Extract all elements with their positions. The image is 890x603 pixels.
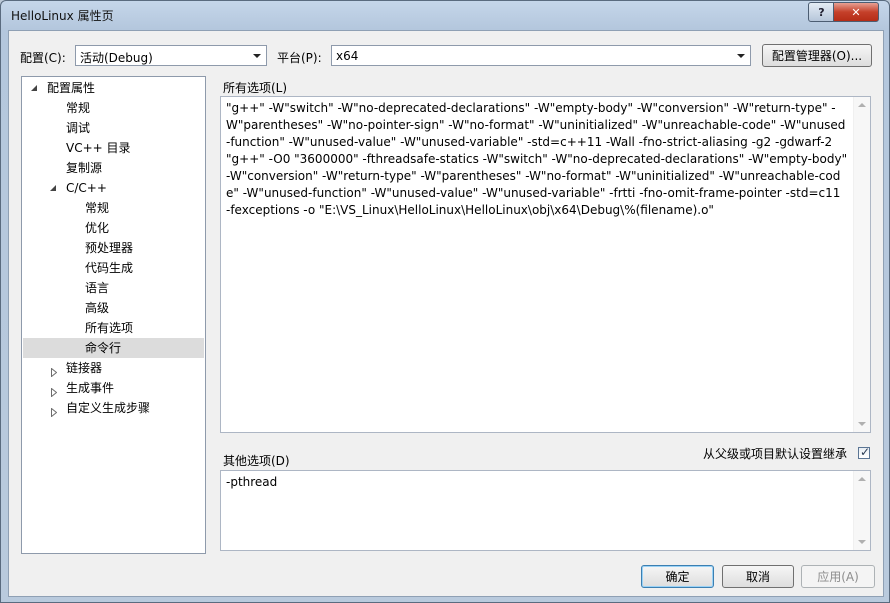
apply-button[interactable]: 应用(A) xyxy=(801,565,875,588)
scroll-up-icon[interactable] xyxy=(858,103,866,107)
properties-dialog: HelloLinux 属性页 ? ✕ 配置(C): 活动(Debug) 平台(P… xyxy=(0,0,890,603)
config-label: 配置(C): xyxy=(20,51,66,65)
tree-item-label: 链接器 xyxy=(66,361,103,375)
checkmark-icon: ✓ xyxy=(860,445,871,459)
tree-item[interactable]: 常规 xyxy=(23,198,204,218)
tree-item[interactable]: VC++ 目录 xyxy=(23,138,204,158)
ok-label: 确定 xyxy=(665,570,690,584)
tree-item-label: C/C++ xyxy=(66,181,107,195)
tree-item[interactable]: 调试 xyxy=(23,118,204,138)
tree-item-label: 自定义生成步骤 xyxy=(66,401,151,415)
tree-item-label: 生成事件 xyxy=(66,381,115,395)
expanded-triangle-icon[interactable] xyxy=(31,85,37,91)
cancel-label: 取消 xyxy=(745,570,770,584)
expanded-triangle-icon[interactable] xyxy=(50,185,56,191)
config-manager-label: 配置管理器(O)... xyxy=(771,49,863,63)
cancel-button[interactable]: 取消 xyxy=(722,565,794,588)
collapsed-triangle-icon[interactable] xyxy=(51,383,58,398)
inherit-label: 从父级或项目默认设置继承 xyxy=(703,447,848,461)
tree-item[interactable]: 预处理器 xyxy=(23,238,204,258)
close-icon: ✕ xyxy=(851,5,861,19)
tree-item-label: 代码生成 xyxy=(85,261,134,275)
other-options-textbox[interactable]: -pthread xyxy=(220,470,871,551)
tree-item[interactable]: C/C++ xyxy=(23,178,204,198)
tree-item[interactable]: 配置属性 xyxy=(23,78,204,98)
tree-item-label: VC++ 目录 xyxy=(66,141,131,155)
tree-item[interactable]: 优化 xyxy=(23,218,204,238)
title-bar[interactable]: HelloLinux 属性页 ? ✕ xyxy=(1,1,889,29)
tree-item[interactable]: 命令行 xyxy=(23,338,204,358)
tree-item-label: 配置属性 xyxy=(47,81,96,95)
collapsed-triangle-icon[interactable] xyxy=(51,363,58,378)
tree-item-label: 语言 xyxy=(85,281,110,295)
config-manager-button[interactable]: 配置管理器(O)... xyxy=(762,44,872,67)
tree-item-label: 高级 xyxy=(85,301,110,315)
tree-item-label: 优化 xyxy=(85,221,110,235)
tree-item[interactable]: 所有选项 xyxy=(23,318,204,338)
tree-item[interactable]: 常规 xyxy=(23,98,204,118)
config-value: 活动(Debug) xyxy=(80,51,153,65)
tree-item[interactable]: 复制源 xyxy=(23,158,204,178)
tree-item[interactable]: 语言 xyxy=(23,278,204,298)
other-options-value: -pthread xyxy=(226,475,278,489)
all-options-text: "g++" -W"switch" -W"no-deprecated-declar… xyxy=(226,101,851,217)
platform-dropdown[interactable]: x64 xyxy=(331,45,751,66)
tree-item-label: 常规 xyxy=(66,101,91,115)
all-options-scrollbar[interactable] xyxy=(853,97,870,432)
dialog-body: 配置(C): 活动(Debug) 平台(P): x64 配置管理器(O)... … xyxy=(8,30,884,597)
window-title: HelloLinux 属性页 xyxy=(11,9,114,23)
tree-item[interactable]: 代码生成 xyxy=(23,258,204,278)
chevron-down-icon xyxy=(253,54,261,58)
collapsed-triangle-icon[interactable] xyxy=(51,403,58,418)
help-button[interactable]: ? xyxy=(808,2,835,22)
tree-item[interactable]: 链接器 xyxy=(23,358,204,378)
tree-item-label: 复制源 xyxy=(66,161,103,175)
inherit-checkbox[interactable]: ✓ xyxy=(858,445,871,459)
other-options-label: 其他选项(D) xyxy=(223,454,290,468)
platform-label: 平台(P): xyxy=(277,51,322,65)
close-button[interactable]: ✕ xyxy=(833,2,879,22)
tree-item-label: 预处理器 xyxy=(85,241,134,255)
scroll-up-icon[interactable] xyxy=(858,477,866,481)
config-dropdown[interactable]: 活动(Debug) xyxy=(75,45,267,66)
all-options-label: 所有选项(L) xyxy=(223,81,288,95)
scroll-down-icon[interactable] xyxy=(858,540,866,544)
ok-button[interactable]: 确定 xyxy=(641,565,714,588)
tree-item-label: 调试 xyxy=(66,121,91,135)
tree-item-label: 所有选项 xyxy=(85,321,134,335)
tree-item[interactable]: 自定义生成步骤 xyxy=(23,398,204,418)
apply-label: 应用(A) xyxy=(817,570,859,584)
all-options-textbox[interactable]: "g++" -W"switch" -W"no-deprecated-declar… xyxy=(220,96,871,433)
tree-item[interactable]: 高级 xyxy=(23,298,204,318)
help-icon: ? xyxy=(818,5,825,19)
platform-value: x64 xyxy=(336,49,359,63)
tree-item-label: 命令行 xyxy=(85,341,122,355)
chevron-down-icon xyxy=(737,54,745,58)
property-tree[interactable]: 配置属性 常规 调试 VC++ 目录 复制源 C/C++ 常规 优化 预处理器 代码生成 语言 高级所… xyxy=(21,76,206,554)
scroll-down-icon[interactable] xyxy=(858,422,866,426)
tree-item[interactable]: 生成事件 xyxy=(23,378,204,398)
tree-item-label: 常规 xyxy=(85,201,110,215)
other-options-scrollbar[interactable] xyxy=(853,471,870,550)
